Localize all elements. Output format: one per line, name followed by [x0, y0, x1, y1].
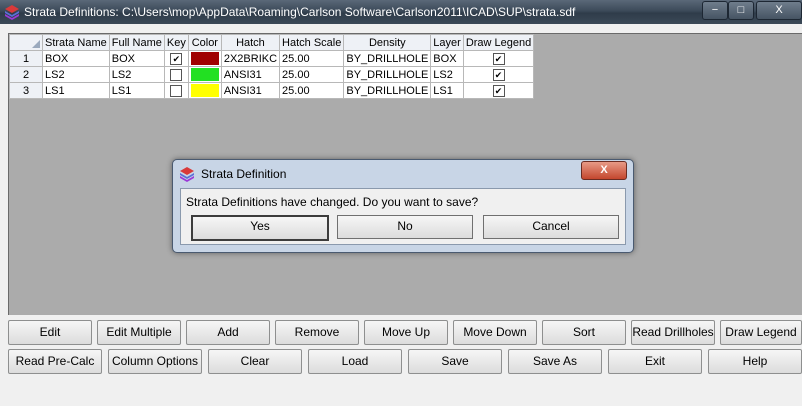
strata-grid: Strata Name Full Name Key Color Hatch Ha…	[9, 34, 535, 99]
strata-definitions-window: Strata Definitions: C:\Users\mop\AppData…	[0, 0, 802, 406]
add-button[interactable]: Add	[186, 320, 270, 345]
no-button[interactable]: No	[337, 215, 473, 239]
table-row[interactable]: 2 LS2 LS2 ANSI31 25.00 BY_DRILLHOLE LS2 ✔	[9, 66, 535, 83]
cancel-button[interactable]: Cancel	[483, 215, 619, 239]
draw-legend-checkbox[interactable]: ✔	[492, 84, 505, 97]
dialog-message: Strata Definitions have changed. Do you …	[186, 195, 479, 209]
layer-cell[interactable]: LS1	[430, 82, 464, 99]
help-button[interactable]: Help	[708, 349, 802, 374]
sort-button[interactable]: Sort	[542, 320, 626, 345]
exit-button[interactable]: Exit	[608, 349, 702, 374]
read-precalc-button[interactable]: Read Pre-Calc	[8, 349, 102, 374]
color-swatch[interactable]	[190, 52, 219, 65]
row-header[interactable]: 1	[9, 50, 43, 67]
col-header-draw-legend[interactable]: Draw Legend	[462, 34, 535, 51]
key-checkbox[interactable]	[170, 68, 183, 81]
title-bar[interactable]: Strata Definitions: C:\Users\mop\AppData…	[0, 0, 802, 24]
close-window-button[interactable]: X	[756, 1, 802, 20]
minimize-button[interactable]: −	[702, 1, 728, 20]
select-all-corner[interactable]	[9, 34, 43, 51]
strata-name-cell[interactable]: LS1	[42, 82, 110, 99]
color-swatch[interactable]	[190, 68, 219, 81]
dialog-body: Strata Definitions have changed. Do you …	[180, 188, 626, 245]
key-cell[interactable]	[163, 66, 189, 83]
table-row[interactable]: 3 LS1 LS1 ANSI31 25.00 BY_DRILLHOLE LS1 ✔	[9, 82, 535, 99]
dialog-title: Strata Definition	[201, 167, 287, 181]
density-cell[interactable]: BY_DRILLHOLE	[343, 50, 432, 67]
edit-button[interactable]: Edit	[8, 320, 92, 345]
hatch-cell[interactable]: 2X2BRIKC	[220, 50, 281, 67]
yes-button[interactable]: Yes	[191, 215, 329, 241]
remove-button[interactable]: Remove	[275, 320, 359, 345]
color-swatch[interactable]	[190, 84, 219, 97]
dialog-close-button[interactable]: X	[581, 161, 627, 180]
col-header-color[interactable]: Color	[187, 34, 222, 51]
color-cell[interactable]	[187, 66, 222, 83]
strata-layers-icon	[180, 167, 194, 182]
load-button[interactable]: Load	[308, 349, 402, 374]
strata-name-cell[interactable]: BOX	[42, 50, 110, 67]
col-header-strata-name[interactable]: Strata Name	[42, 34, 110, 51]
save-confirm-dialog: Strata Definition X Strata Definitions h…	[172, 159, 634, 253]
col-header-hatch[interactable]: Hatch	[220, 34, 281, 51]
save-button[interactable]: Save	[408, 349, 502, 374]
row-header[interactable]: 2	[9, 66, 43, 83]
full-name-cell[interactable]: BOX	[108, 50, 165, 67]
col-header-density[interactable]: Density	[343, 34, 432, 51]
key-checkbox[interactable]: ✔	[170, 52, 183, 65]
hatch-scale-cell[interactable]: 25.00	[279, 82, 345, 99]
edit-multiple-button[interactable]: Edit Multiple	[97, 320, 181, 345]
layer-cell[interactable]: BOX	[430, 50, 464, 67]
hatch-scale-cell[interactable]: 25.00	[279, 66, 345, 83]
window-title: Strata Definitions: C:\Users\mop\AppData…	[24, 5, 576, 19]
hatch-scale-cell[interactable]: 25.00	[279, 50, 345, 67]
col-header-full-name[interactable]: Full Name	[108, 34, 165, 51]
layer-cell[interactable]: LS2	[430, 66, 464, 83]
strata-name-cell[interactable]: LS2	[42, 66, 110, 83]
key-cell[interactable]: ✔	[163, 50, 189, 67]
density-cell[interactable]: BY_DRILLHOLE	[343, 82, 432, 99]
col-header-hatch-scale[interactable]: Hatch Scale	[279, 34, 345, 51]
full-name-cell[interactable]: LS1	[108, 82, 165, 99]
draw-legend-button[interactable]: Draw Legend	[720, 320, 802, 345]
draw-legend-checkbox[interactable]: ✔	[492, 68, 505, 81]
hatch-cell[interactable]: ANSI31	[220, 82, 281, 99]
density-cell[interactable]: BY_DRILLHOLE	[343, 66, 432, 83]
strata-layers-icon	[5, 5, 19, 20]
hatch-cell[interactable]: ANSI31	[220, 66, 281, 83]
row-header[interactable]: 3	[9, 82, 43, 99]
color-cell[interactable]	[187, 82, 222, 99]
column-options-button[interactable]: Column Options	[108, 349, 202, 374]
move-down-button[interactable]: Move Down	[453, 320, 537, 345]
clear-button[interactable]: Clear	[208, 349, 302, 374]
color-cell[interactable]	[187, 50, 222, 67]
key-cell[interactable]	[163, 82, 189, 99]
key-checkbox[interactable]	[170, 84, 183, 97]
col-header-layer[interactable]: Layer	[430, 34, 464, 51]
draw-legend-cell[interactable]: ✔	[462, 82, 535, 99]
maximize-button[interactable]: □	[728, 1, 754, 20]
draw-legend-cell[interactable]: ✔	[462, 50, 535, 67]
full-name-cell[interactable]: LS2	[108, 66, 165, 83]
read-drillholes-button[interactable]: Read Drillholes	[631, 320, 715, 345]
draw-legend-checkbox[interactable]: ✔	[492, 52, 505, 65]
col-header-key[interactable]: Key	[163, 34, 189, 51]
move-up-button[interactable]: Move Up	[364, 320, 448, 345]
table-row[interactable]: 1 BOX BOX ✔ 2X2BRIKC 25.00 BY_DRILLHOLE BOX ✔	[9, 50, 535, 67]
grid-header-row: Strata Name Full Name Key Color Hatch Ha…	[9, 34, 535, 51]
draw-legend-cell[interactable]: ✔	[462, 66, 535, 83]
save-as-button[interactable]: Save As	[508, 349, 602, 374]
